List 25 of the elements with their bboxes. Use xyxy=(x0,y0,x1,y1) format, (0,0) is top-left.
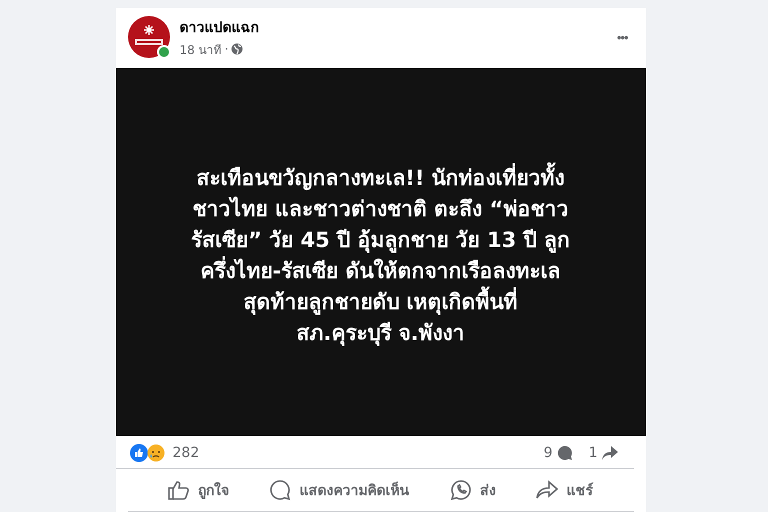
reaction-count[interactable]: 282 xyxy=(172,445,200,461)
speech-bubble-icon xyxy=(269,479,292,501)
speech-bubble-icon xyxy=(556,445,573,461)
like-button[interactable]: ถูกใจ xyxy=(164,473,233,507)
send-button[interactable]: ส่ง xyxy=(446,473,500,507)
share-button[interactable]: แชร์ xyxy=(532,473,598,507)
share-arrow-icon xyxy=(602,445,618,461)
share-count[interactable]: 1 xyxy=(588,445,598,461)
post-time[interactable]: 18 นาที xyxy=(180,40,222,58)
share-arrow-icon xyxy=(536,480,558,500)
thumbs-up-icon xyxy=(168,480,190,500)
author-name[interactable]: ดาวแปดแฉก xyxy=(180,16,601,38)
image-text: สภ.คุระบุรี จ.พังงา xyxy=(296,320,465,347)
comment-button[interactable]: แสดงความคิดเห็น xyxy=(265,473,414,507)
globe-icon xyxy=(231,43,244,55)
chat-phone-icon xyxy=(450,479,472,501)
image-text: ครึ่งไทย-รัสเซีย ดันให้ตกจากเรือลงทะเล xyxy=(200,258,561,285)
page-logo xyxy=(128,16,170,58)
more-options-button[interactable]: ••• xyxy=(610,28,634,46)
comment-count[interactable]: 9 xyxy=(544,445,553,461)
separator-dot: · xyxy=(224,42,228,56)
sad-reaction-icon xyxy=(146,444,164,462)
image-text: ชาวไทย และชาวต่างชาติ ตะลึง “พ่อชาว xyxy=(192,196,568,223)
image-text: รัสเซีย” วัย 45 ปี อุ้มลูกชาย วัย 13 ปี ลูก xyxy=(191,227,570,254)
like-reaction-icon xyxy=(130,444,148,462)
